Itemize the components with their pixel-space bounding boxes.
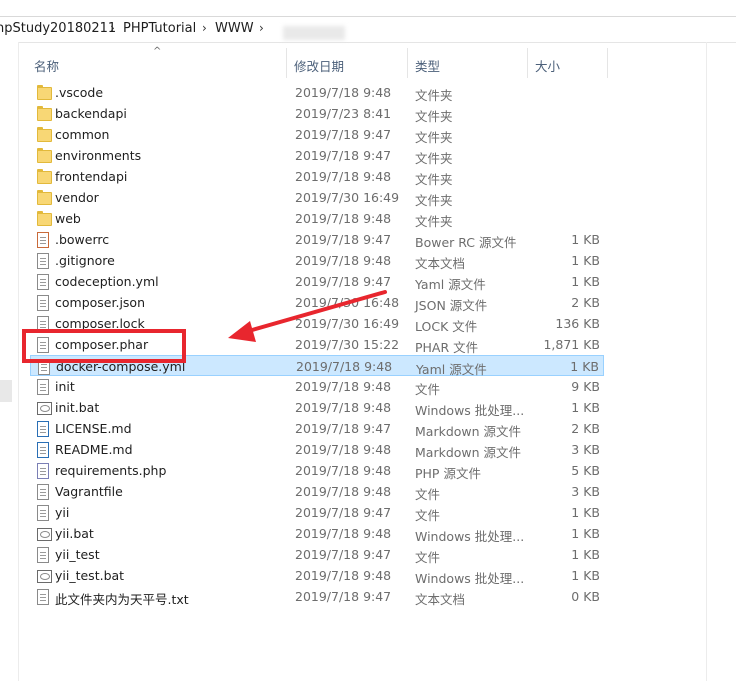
annotation-arrow bbox=[228, 290, 387, 342]
scrollbar-track[interactable] bbox=[706, 42, 707, 681]
